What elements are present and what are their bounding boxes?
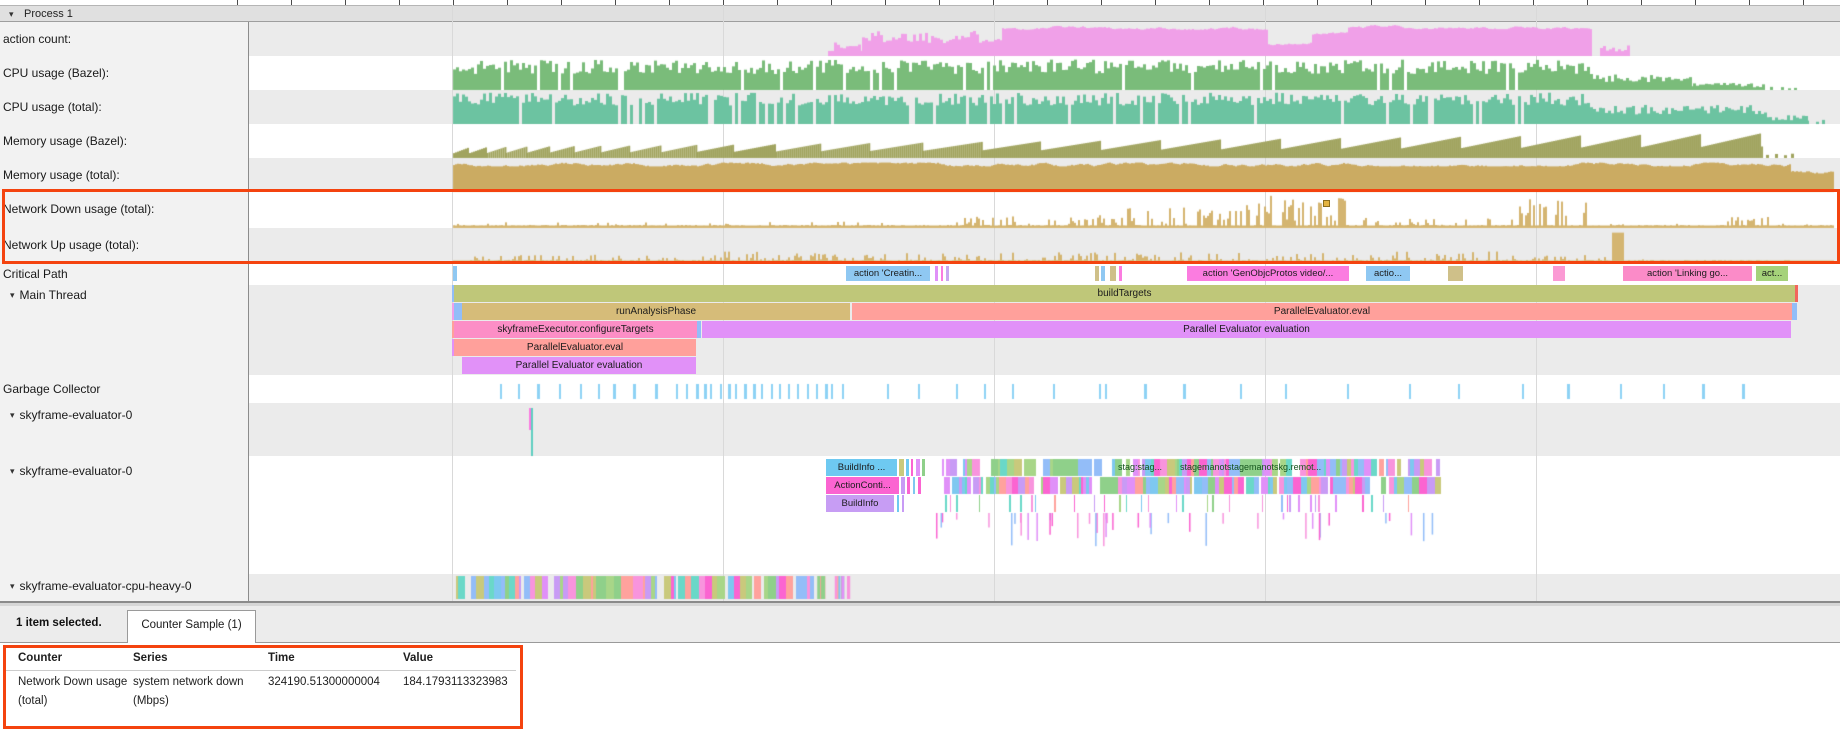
skyframe-slice-block[interactable]: BuildInfo [826, 495, 894, 512]
flame-bar-label: ParallelEvaluator.eval [527, 339, 623, 356]
critical-path-block[interactable] [1101, 266, 1105, 281]
critical-path-block[interactable] [946, 266, 949, 281]
skyframe-slice-sliver[interactable] [922, 459, 925, 476]
flame-bar-label: Parallel Evaluator evaluation [1183, 321, 1310, 338]
col-header-time: Time [268, 652, 295, 664]
critical-path-block[interactable] [941, 266, 943, 281]
col-header-value: Value [403, 652, 433, 664]
table-header-divider [4, 670, 516, 671]
critical-path-block[interactable] [453, 266, 457, 281]
flame-bar-label: buildTargets [1098, 285, 1152, 302]
flame-bar-label: runAnalysisPhase [616, 303, 696, 320]
flame-bar[interactable] [454, 303, 462, 320]
critical-path-block[interactable] [1110, 266, 1116, 281]
skyframe-slice-block-label: BuildInfo ... [838, 459, 886, 476]
flame-bar[interactable] [1792, 303, 1797, 320]
flame-bar[interactable]: Parallel Evaluator evaluation [702, 321, 1791, 338]
tab-counter-sample-label: Counter Sample (1) [141, 619, 241, 631]
critical-path-block[interactable] [1448, 266, 1463, 281]
col-header-series: Series [133, 652, 168, 664]
skyframe-slice-sliver[interactable] [906, 459, 909, 476]
flame-bar[interactable] [1795, 285, 1798, 302]
critical-path-block[interactable] [1095, 266, 1099, 281]
flame-bar[interactable]: runAnalysisPhase [462, 303, 850, 320]
critical-path-block[interactable]: action 'GenObjcProtos video/... [1187, 266, 1349, 281]
flame-bar-label: skyframeExecutor.configureTargets [497, 321, 653, 338]
critical-path-block[interactable]: actio... [1366, 266, 1410, 281]
cell-time: 324190.51300000004 [268, 676, 380, 688]
flame-bar[interactable]: ParallelEvaluator.eval [852, 303, 1792, 320]
flame-bar[interactable]: skyframeExecutor.configureTargets [454, 321, 697, 338]
cell-counter-line2: (total) [18, 695, 47, 707]
critical-path-block-label: act... [1762, 266, 1783, 281]
skyframe-slice-sliver[interactable] [899, 459, 904, 476]
skyframe-slice-sliver[interactable] [897, 495, 899, 512]
flame-bar-label: Parallel Evaluator evaluation [516, 357, 643, 374]
cell-series-line1: system network down [133, 676, 244, 688]
trace-viewer: { "process_header": {"collapse_icon": "▾… [0, 0, 1840, 742]
skyframe-slice-block[interactable]: ActionConti... [826, 477, 899, 494]
flame-bar[interactable]: buildTargets [454, 285, 1795, 302]
skyframe-slice-sliver[interactable] [913, 477, 915, 494]
counter-sample-table: Counter Series Time Value Network Down u… [0, 643, 1840, 742]
critical-path-block[interactable]: act... [1756, 266, 1788, 281]
skyframe-slice-sliver[interactable] [907, 477, 910, 494]
skyframe-slice-block[interactable]: BuildInfo ... [826, 459, 897, 476]
flame-bar-label: ParallelEvaluator.eval [1274, 303, 1370, 320]
critical-path-block[interactable] [935, 266, 938, 281]
skyframe-slice-sliver[interactable] [911, 459, 913, 476]
flame-bar[interactable]: ParallelEvaluator.eval [454, 339, 696, 356]
selection-status: 1 item selected. [16, 617, 102, 629]
selected-counter-sample-marker[interactable] [1323, 200, 1330, 207]
critical-path-block-label: action 'GenObjcProtos video/... [1203, 266, 1334, 281]
cell-value: 184.1793113323983 [403, 676, 508, 688]
flame-bar[interactable]: Parallel Evaluator evaluation [462, 357, 696, 374]
skyframe-slice-sliver[interactable] [902, 495, 904, 512]
critical-path-block[interactable]: action 'Linking go... [1623, 266, 1752, 281]
skyframe-slice-block-label: BuildInfo [842, 495, 879, 512]
col-header-counter: Counter [18, 652, 62, 664]
skyframe-slice-sliver[interactable] [918, 477, 921, 494]
detail-tab-bar: 1 item selected. [0, 606, 1840, 643]
critical-path-block-label: actio... [1374, 266, 1402, 281]
cell-counter-line1: Network Down usage [18, 676, 127, 688]
critical-path-block-label: action 'Creatin... [854, 266, 922, 281]
critical-path-block-label: action 'Linking go... [1647, 266, 1728, 281]
critical-path-block[interactable] [1119, 266, 1122, 281]
critical-path-block[interactable]: action 'Creatin... [846, 266, 930, 281]
skyframe-slice-sliver[interactable] [916, 459, 920, 476]
skyframe-green-label: stag:stag... [1118, 462, 1176, 474]
critical-path-block[interactable] [1553, 266, 1565, 281]
skyframe-slice-block-label: ActionConti... [834, 477, 891, 494]
skyframe-slice-sliver[interactable] [901, 477, 905, 494]
skyframe-green-label: stagemanotstagemanotskg.remot... [1180, 462, 1348, 474]
tab-counter-sample[interactable]: Counter Sample (1) [127, 610, 256, 643]
flame-bar[interactable] [697, 321, 701, 338]
cell-series-line2: (Mbps) [133, 695, 169, 707]
